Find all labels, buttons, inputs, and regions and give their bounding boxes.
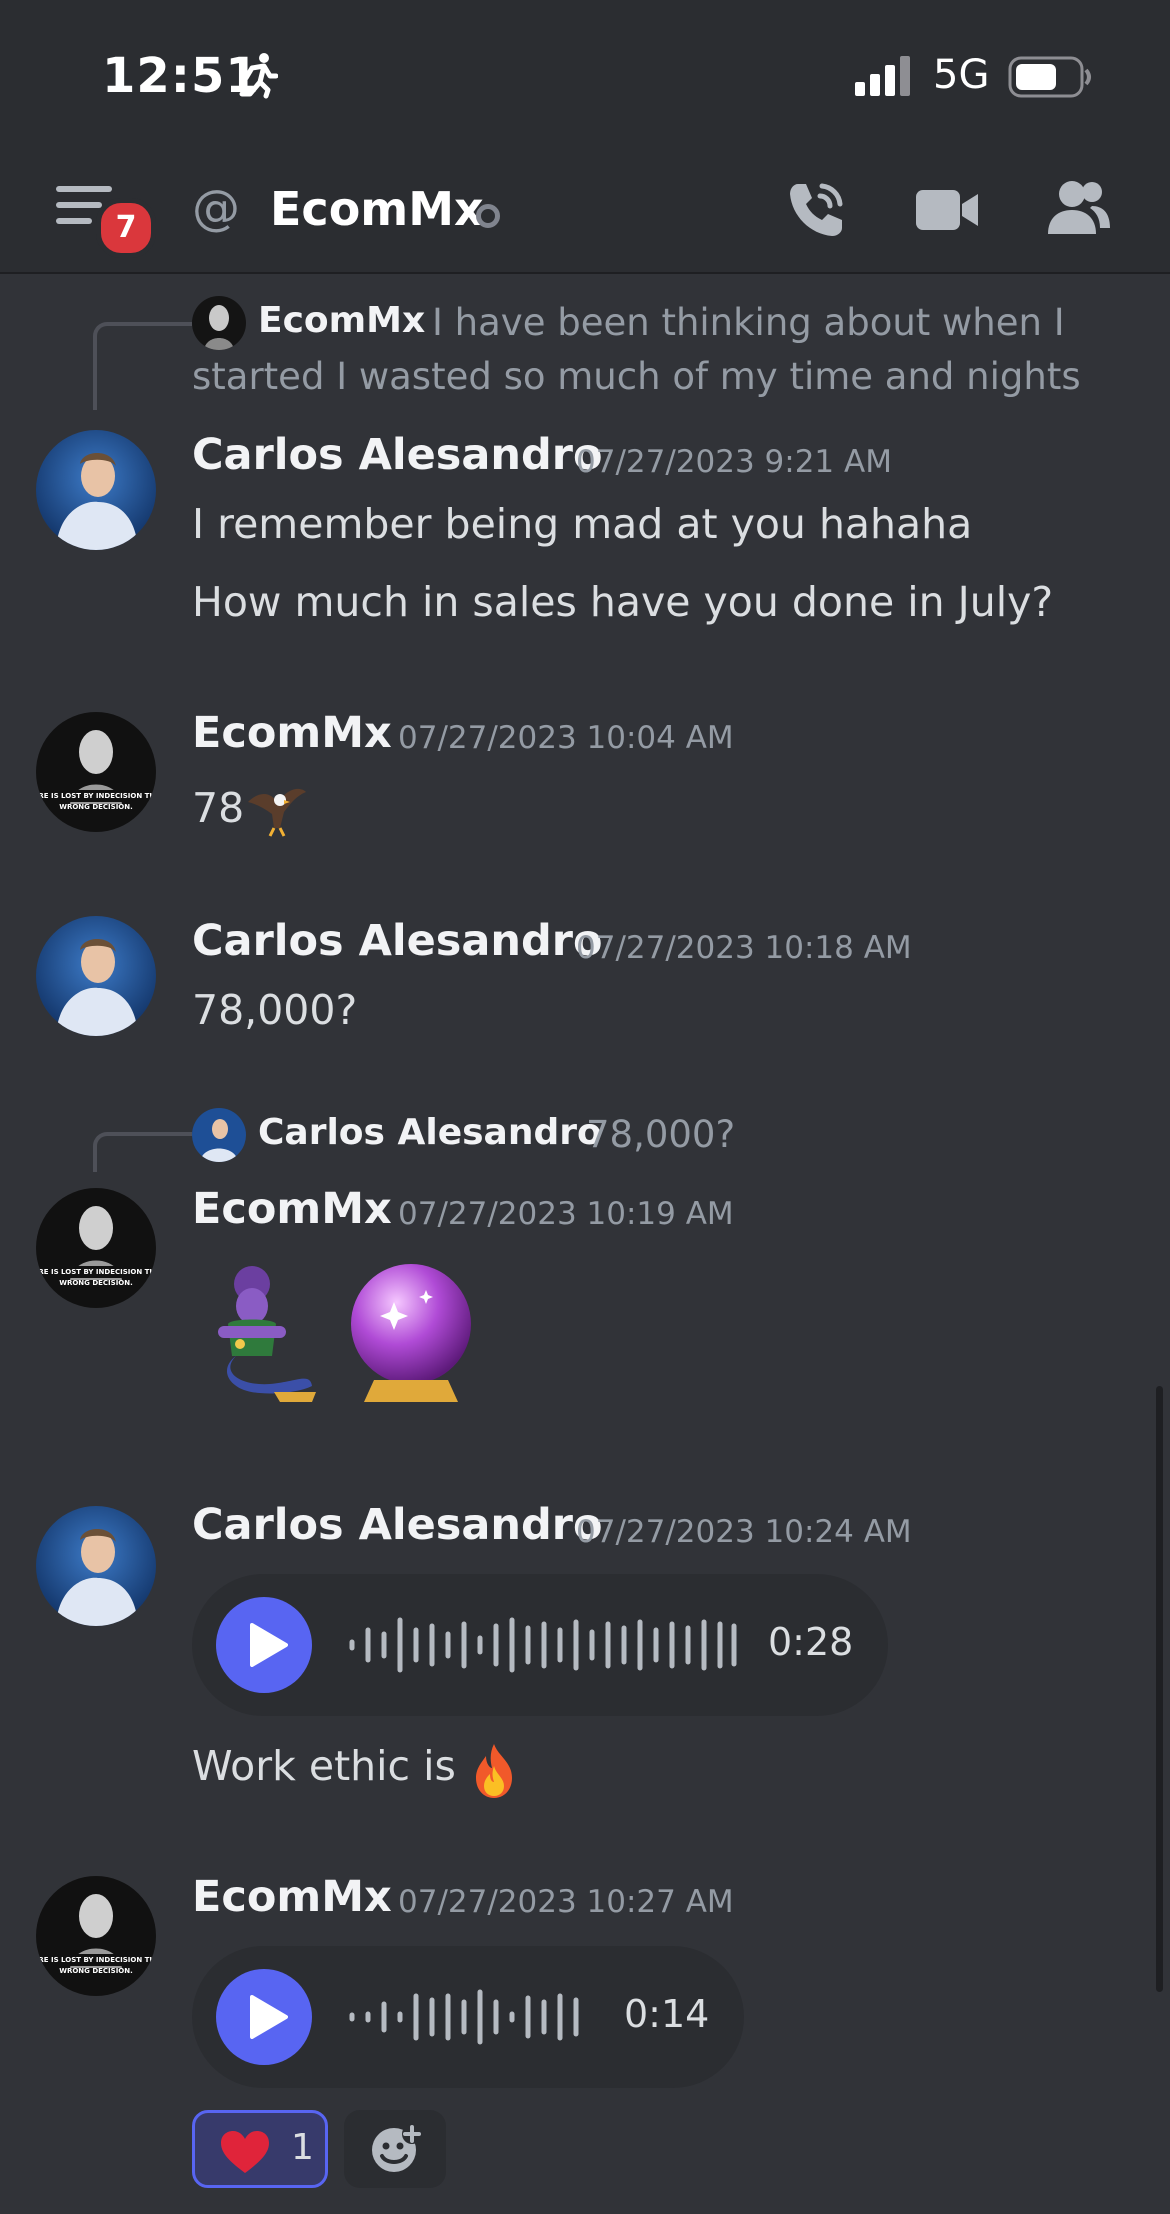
reply-avatar <box>192 1108 246 1162</box>
reaction-count: 1 <box>291 2127 314 2168</box>
channel-title[interactable]: EcomMx <box>270 182 484 236</box>
message-author[interactable]: EcomMx <box>192 1184 392 1234</box>
message-timestamp: 07/27/2023 10:04 AM <box>398 720 734 756</box>
reply-preview-line[interactable]: 78,000? <box>586 1108 735 1162</box>
message-text: How much in sales have you done in July? <box>192 578 1054 626</box>
network-type: 5G <box>933 52 990 98</box>
status-time: 12:51 <box>102 48 260 104</box>
play-button[interactable] <box>216 1969 312 2065</box>
message-text: I remember being mad at you hahaha <box>192 500 973 548</box>
message-text: 78 <box>192 784 245 832</box>
add-reaction-button[interactable] <box>344 2110 446 2188</box>
battery-icon <box>1008 56 1091 98</box>
avatar[interactable]: MORE IS LOST BY INDECISION THAN WRONG DE… <box>36 1188 156 1308</box>
svg-text:MORE IS LOST BY INDECISION THA: MORE IS LOST BY INDECISION THAN <box>36 1268 156 1276</box>
reply-preview-line[interactable]: I have been thinking about when I starte… <box>192 296 1132 404</box>
avatar[interactable] <box>36 1506 156 1626</box>
message-author[interactable]: EcomMx <box>192 708 392 758</box>
cellular-signal-icon <box>855 56 910 96</box>
message-timestamp: 07/27/2023 10:27 AM <box>398 1884 734 1920</box>
message-text: 78,000? <box>192 986 358 1034</box>
add-emoji-icon <box>372 2124 422 2172</box>
message-author[interactable]: EcomMx <box>192 1872 392 1922</box>
reply-connector <box>93 1132 192 1172</box>
message-text: Work ethic is <box>192 1742 456 1790</box>
audio-waveform[interactable] <box>348 1982 598 2052</box>
reaction-heart[interactable]: 1 <box>192 2110 328 2188</box>
play-icon <box>250 1995 288 2039</box>
voice-message-player: 0:28 <box>192 1574 888 1716</box>
crystal-ball-emoji-icon <box>351 1264 471 1402</box>
message-timestamp: 07/27/2023 10:19 AM <box>398 1196 734 1232</box>
play-button[interactable] <box>216 1597 312 1693</box>
message-timestamp: 07/27/2023 10:18 AM <box>576 930 912 966</box>
avatar[interactable]: MORE IS LOST BY INDECISION THAN WRONG DE… <box>36 712 156 832</box>
status-bar: 12:51 5G <box>0 0 1170 150</box>
audio-waveform[interactable] <box>348 1610 738 1680</box>
svg-text:MORE IS LOST BY INDECISION THA: MORE IS LOST BY INDECISION THAN <box>36 792 156 800</box>
svg-text:WRONG DECISION.: WRONG DECISION. <box>59 803 133 811</box>
genie-emoji-icon <box>218 1266 316 1402</box>
avatar[interactable] <box>36 916 156 1036</box>
message-timestamp: 07/27/2023 10:24 AM <box>576 1514 912 1550</box>
svg-text:WRONG DECISION.: WRONG DECISION. <box>59 1279 133 1287</box>
avatar[interactable]: MORE IS LOST BY INDECISION THAN WRONG DE… <box>36 1876 156 1996</box>
offline-status-icon <box>476 204 500 228</box>
message-author[interactable]: Carlos Alesandro <box>192 916 603 966</box>
scrollbar[interactable] <box>1156 1386 1163 1992</box>
running-person-icon <box>239 53 278 99</box>
reply-author[interactable]: Carlos Alesandro <box>258 1112 602 1153</box>
avatar[interactable] <box>36 430 156 550</box>
eagle-emoji-icon <box>248 788 306 837</box>
play-icon <box>250 1623 288 1667</box>
voice-call-icon[interactable] <box>784 178 848 242</box>
channel-header: 7 @ EcomMx <box>0 150 1170 274</box>
video-call-icon[interactable] <box>916 186 980 234</box>
member-list-icon[interactable] <box>1046 178 1112 238</box>
svg-text:MORE IS LOST BY INDECISION THA: MORE IS LOST BY INDECISION THAN <box>36 1956 156 1964</box>
heart-emoji-icon <box>221 2131 269 2173</box>
voice-duration: 0:14 <box>624 1992 710 2036</box>
message-author[interactable]: Carlos Alesandro <box>192 430 603 480</box>
voice-message-player: 0:14 <box>192 1946 744 2088</box>
fire-emoji-icon <box>476 1744 512 1798</box>
svg-text:WRONG DECISION.: WRONG DECISION. <box>59 1967 133 1975</box>
message-timestamp: 07/27/2023 9:21 AM <box>576 444 892 480</box>
voice-duration: 0:28 <box>768 1620 854 1664</box>
notification-badge: 7 <box>96 198 156 258</box>
at-icon: @ <box>192 180 240 236</box>
message-author[interactable]: Carlos Alesandro <box>192 1500 603 1550</box>
reply-connector <box>93 322 192 410</box>
